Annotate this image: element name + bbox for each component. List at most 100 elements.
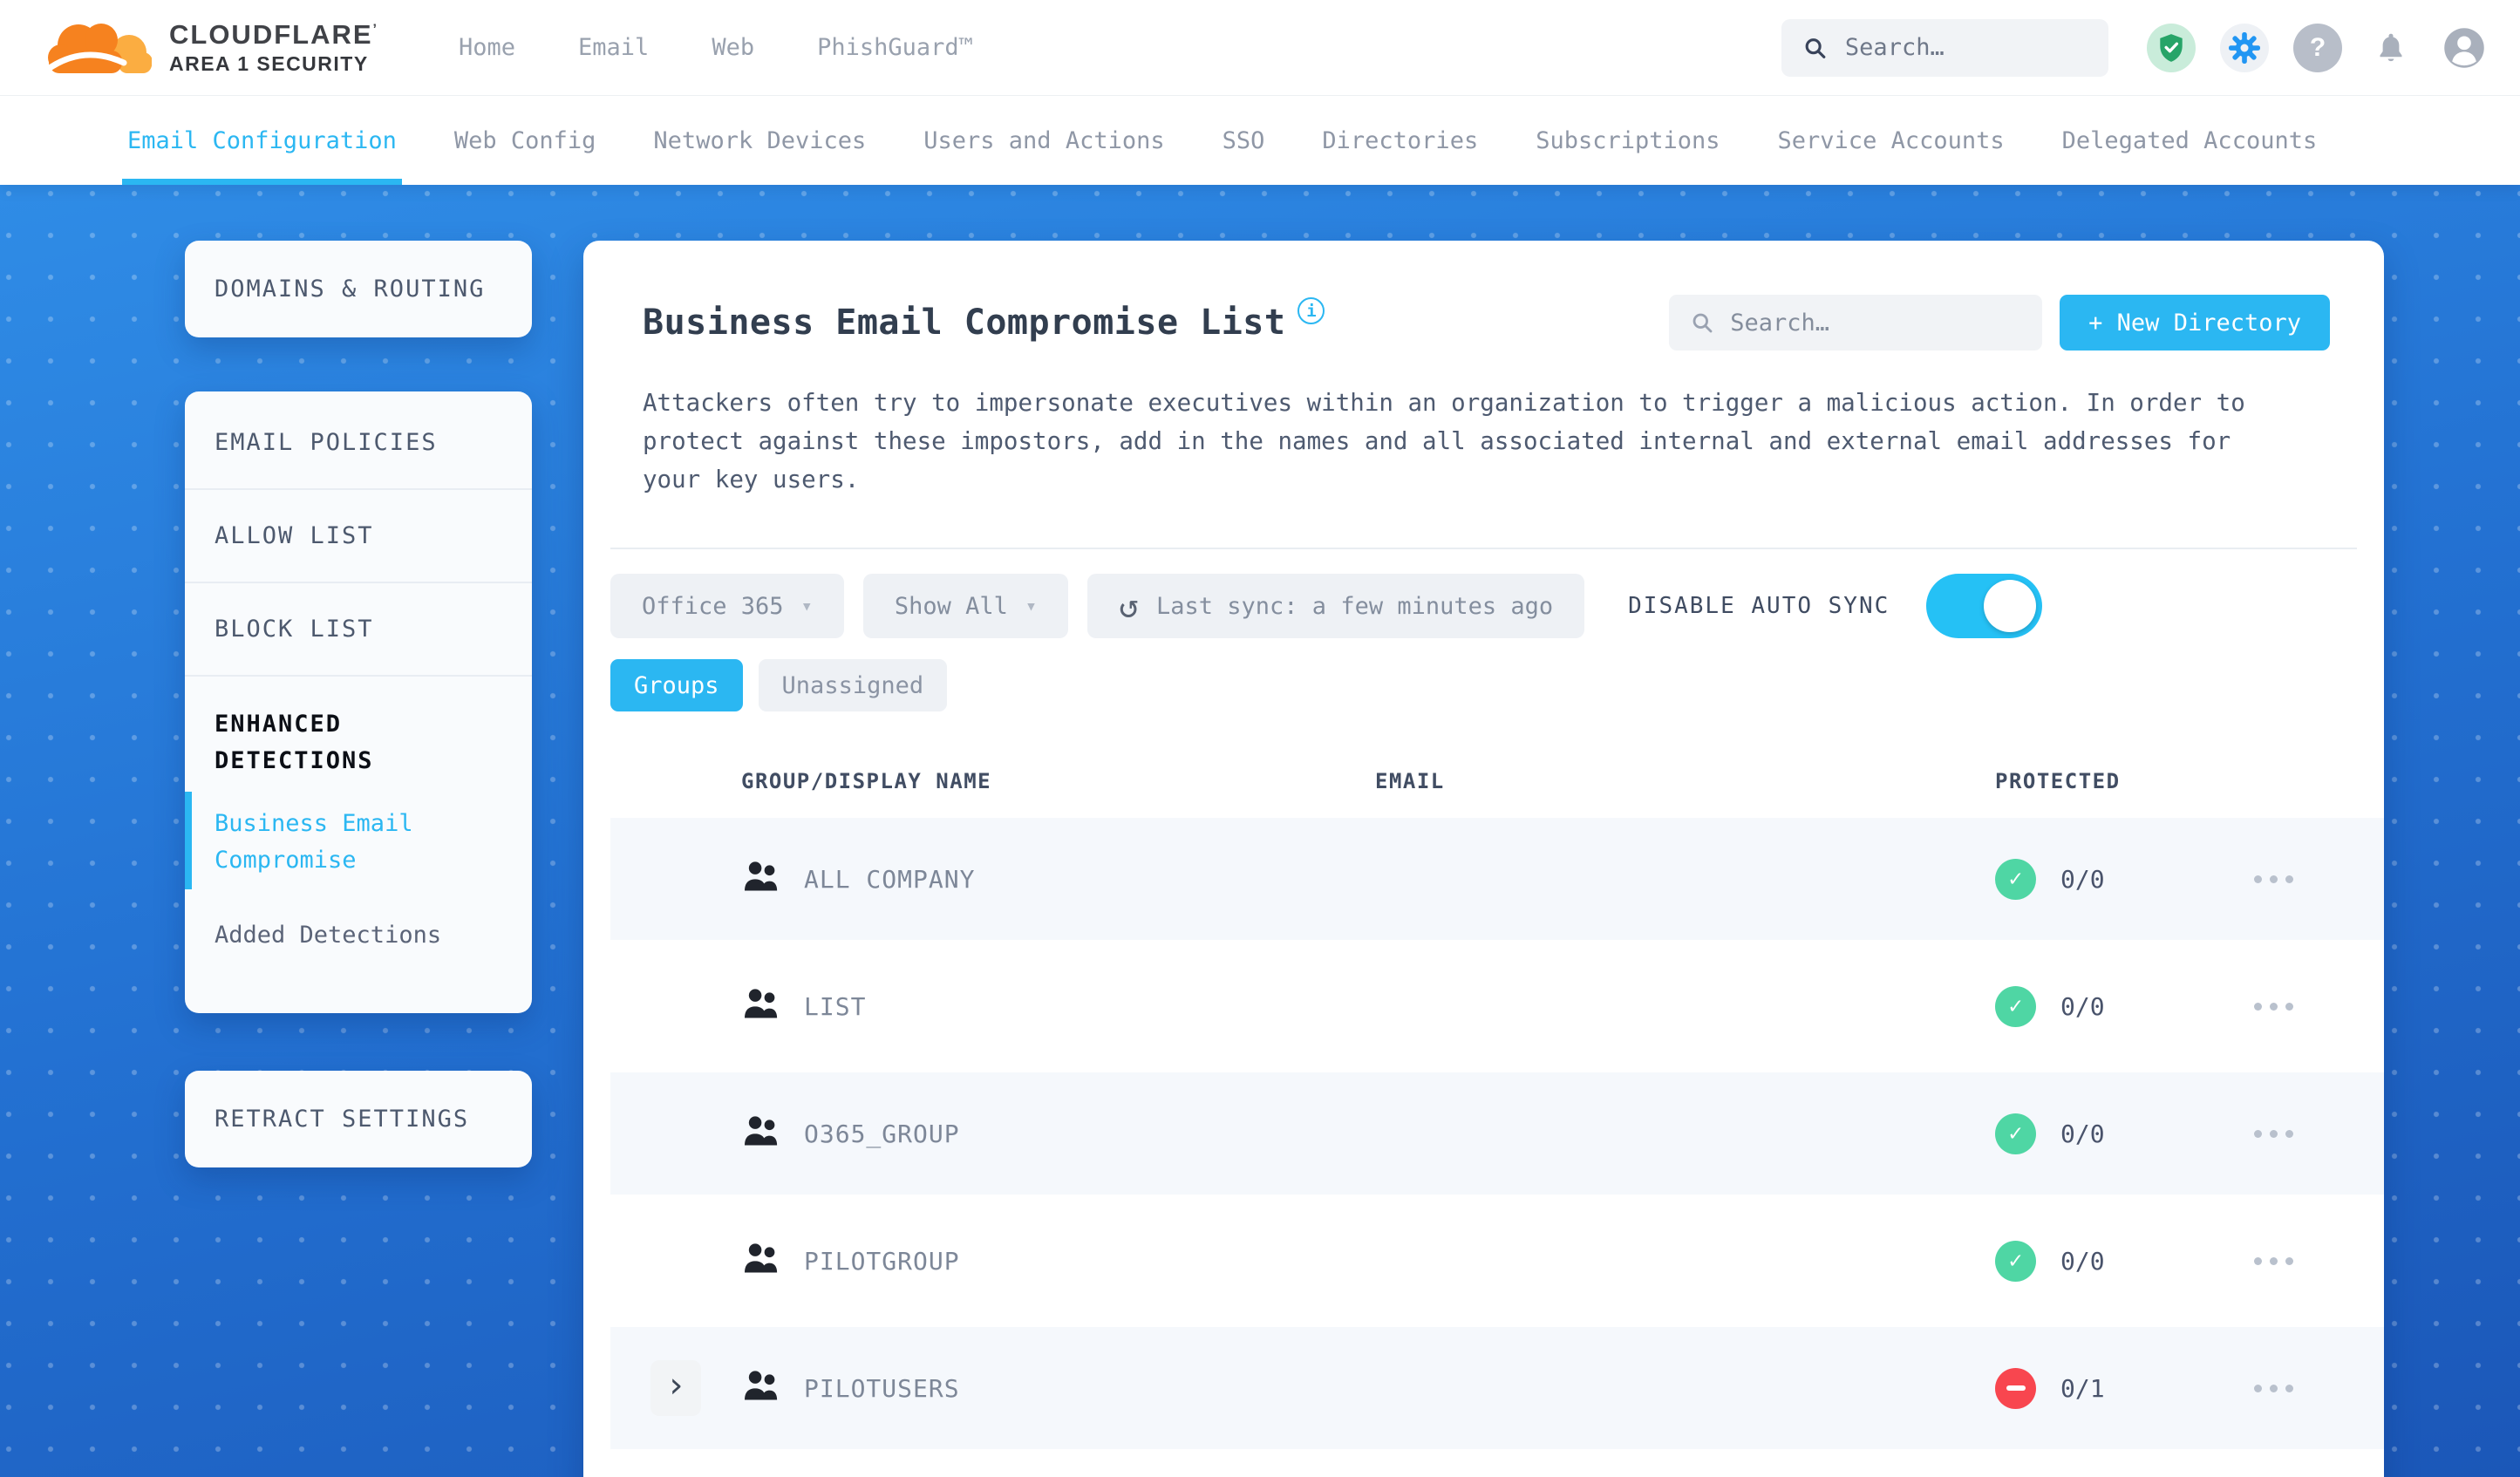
tab-unassigned[interactable]: Unassigned bbox=[758, 659, 948, 711]
tab-network-devices[interactable]: Network Devices bbox=[653, 96, 866, 185]
sidebar-item-email-policies[interactable]: EMAIL POLICIES bbox=[185, 397, 532, 488]
new-directory-button[interactable]: + New Directory bbox=[2060, 295, 2330, 351]
bell-icon bbox=[2380, 33, 2402, 61]
global-search-input[interactable] bbox=[1844, 34, 2088, 61]
row-actions-button[interactable] bbox=[2254, 1129, 2293, 1138]
check-icon: ✓ bbox=[2008, 1120, 2023, 1147]
sidebar-item-retract-settings[interactable]: RETRACT SETTINGS bbox=[185, 1071, 532, 1167]
list-search-input[interactable] bbox=[1730, 309, 2022, 337]
page-background: DOMAINS & ROUTING EMAIL POLICIES ALLOW L… bbox=[0, 185, 2520, 1477]
disable-auto-sync-label: DISABLE AUTO SYNC bbox=[1628, 593, 1890, 619]
trademark-mark: ’ bbox=[372, 22, 378, 37]
primary-nav: Home Email Web PhishGuard™ bbox=[459, 34, 973, 61]
security-status-button[interactable] bbox=[2147, 23, 2196, 72]
filters-row: Office 365 ▾ Show All ▾ ↺ Last sync: a f… bbox=[610, 574, 2357, 638]
table-row[interactable]: › PILOTUSERS ✓ 0/1 bbox=[610, 1327, 2384, 1449]
notifications-button[interactable] bbox=[2367, 24, 2415, 72]
minus-icon bbox=[2006, 1385, 2026, 1391]
tab-groups[interactable]: Groups bbox=[610, 659, 743, 711]
table-row[interactable]: › LIST ✓ 0/0 bbox=[610, 945, 2384, 1067]
search-icon bbox=[1805, 37, 1826, 58]
row-actions-button[interactable] bbox=[2254, 1256, 2293, 1265]
info-icon[interactable]: i bbox=[1297, 297, 1325, 324]
nav-web[interactable]: Web bbox=[712, 34, 754, 61]
row-actions-button[interactable] bbox=[2254, 1002, 2293, 1011]
protected-status-badge: ✓ bbox=[1995, 858, 2036, 900]
global-search[interactable] bbox=[1781, 18, 2108, 77]
group-icon bbox=[745, 989, 778, 1018]
protected-status-badge: ✓ bbox=[1995, 985, 2036, 1027]
table-header: GROUP/DISPLAY NAME EMAIL PROTECTED bbox=[610, 750, 2384, 813]
shield-check-icon bbox=[2160, 33, 2183, 62]
tab-subscriptions[interactable]: Subscriptions bbox=[1536, 96, 1720, 185]
settings-sidebar: DOMAINS & ROUTING EMAIL POLICIES ALLOW L… bbox=[185, 241, 532, 1167]
sidebar-policies-card: EMAIL POLICIES ALLOW LIST BLOCK LIST ENH… bbox=[185, 391, 532, 1013]
page-description: Attackers often try to impersonate execu… bbox=[643, 389, 2245, 493]
check-icon: ✓ bbox=[2008, 866, 2023, 892]
brand-name: CLOUDFLARE’ bbox=[169, 19, 378, 50]
table-row[interactable]: › PILOTGROUP ✓ 0/0 bbox=[610, 1200, 2384, 1322]
tab-email-configuration[interactable]: Email Configuration bbox=[122, 96, 402, 185]
row-actions-button[interactable] bbox=[2254, 875, 2293, 883]
app-header: CLOUDFLARE’ AREA 1 SECURITY Home Email W… bbox=[0, 0, 2520, 96]
nav-phishguard[interactable]: PhishGuard™ bbox=[817, 34, 973, 61]
question-icon: ? bbox=[2309, 32, 2326, 62]
show-filter-dropdown[interactable]: Show All ▾ bbox=[862, 574, 1069, 638]
protected-count: 0/0 bbox=[2060, 1246, 2105, 1276]
sidebar-item-added-detections[interactable]: Added Detections bbox=[185, 891, 532, 989]
gear-icon bbox=[2229, 31, 2260, 64]
sidebar-item-domains-routing[interactable]: DOMAINS & ROUTING bbox=[185, 241, 532, 337]
expand-row-button[interactable]: › bbox=[650, 1360, 701, 1416]
sidebar-item-business-email-compromise[interactable]: Business Email Compromise bbox=[185, 779, 532, 891]
protected-count: 0/0 bbox=[2060, 991, 2105, 1021]
tab-users-and-actions[interactable]: Users and Actions bbox=[923, 96, 1164, 185]
list-search[interactable] bbox=[1669, 295, 2043, 351]
sidebar-item-allow-list[interactable]: ALLOW LIST bbox=[185, 488, 532, 582]
user-avatar-icon bbox=[2444, 27, 2484, 68]
group-name: PILOTUSERS bbox=[804, 1373, 960, 1403]
page-title: Business Email Compromise List bbox=[643, 303, 1286, 343]
tab-service-accounts[interactable]: Service Accounts bbox=[1778, 96, 2005, 185]
column-header-email: EMAIL bbox=[1375, 769, 1445, 793]
account-button[interactable] bbox=[2440, 24, 2489, 72]
tab-directories[interactable]: Directories bbox=[1322, 96, 1478, 185]
protected-status-badge: ✓ bbox=[1995, 1367, 2036, 1409]
help-button[interactable]: ? bbox=[2293, 23, 2342, 72]
chevron-down-icon: ▾ bbox=[800, 595, 813, 617]
last-sync-status: ↺ Last sync: a few minutes ago bbox=[1087, 574, 1585, 638]
protected-status-badge: ✓ bbox=[1995, 1113, 2036, 1154]
group-name: ALL COMPANY bbox=[804, 864, 976, 894]
toggle-knob bbox=[1984, 580, 2037, 632]
last-sync-text: Last sync: a few minutes ago bbox=[1156, 592, 1554, 620]
row-actions-button[interactable] bbox=[2254, 1384, 2293, 1392]
group-icon bbox=[745, 1116, 778, 1146]
enhanced-detections-title: ENHANCED DETECTIONS bbox=[215, 711, 374, 774]
group-name: O365_GROUP bbox=[804, 1119, 960, 1148]
sidebar-item-block-list[interactable]: BLOCK LIST bbox=[185, 582, 532, 675]
nav-home[interactable]: Home bbox=[459, 34, 515, 61]
cloudflare-brand[interactable]: CLOUDFLARE’ AREA 1 SECURITY bbox=[45, 14, 378, 82]
divider bbox=[610, 548, 2357, 549]
settings-button[interactable] bbox=[2220, 23, 2269, 72]
protected-count: 0/0 bbox=[2060, 1119, 2105, 1148]
table-row[interactable]: › ALL COMPANY ✓ 0/0 bbox=[610, 818, 2384, 940]
check-icon: ✓ bbox=[2008, 993, 2023, 1019]
brand-subname: AREA 1 SECURITY bbox=[169, 52, 369, 75]
nav-email[interactable]: Email bbox=[578, 34, 649, 61]
cloudflare-logo-icon bbox=[45, 23, 152, 73]
tab-delegated-accounts[interactable]: Delegated Accounts bbox=[2062, 96, 2318, 185]
group-name: LIST bbox=[804, 991, 867, 1021]
tab-web-config[interactable]: Web Config bbox=[454, 96, 596, 185]
config-tab-bar: Email Configuration Web Config Network D… bbox=[0, 96, 2520, 185]
auto-sync-toggle[interactable] bbox=[1926, 574, 2043, 638]
column-header-group-display-name: GROUP/DISPLAY NAME bbox=[741, 769, 992, 793]
tab-sso[interactable]: SSO bbox=[1223, 96, 1265, 185]
sidebar-section-enhanced-detections: ENHANCED DETECTIONS Business Email Compr… bbox=[185, 675, 532, 1004]
group-icon bbox=[745, 1243, 778, 1273]
view-tabs: Groups Unassigned bbox=[610, 659, 2357, 711]
directory-dropdown[interactable]: Office 365 ▾ bbox=[610, 574, 844, 638]
table-row[interactable]: › O365_GROUP ✓ 0/0 bbox=[610, 1072, 2384, 1195]
chevron-down-icon: ▾ bbox=[1025, 595, 1038, 617]
search-icon bbox=[1692, 313, 1713, 333]
chevron-right-icon: › bbox=[664, 1365, 687, 1406]
